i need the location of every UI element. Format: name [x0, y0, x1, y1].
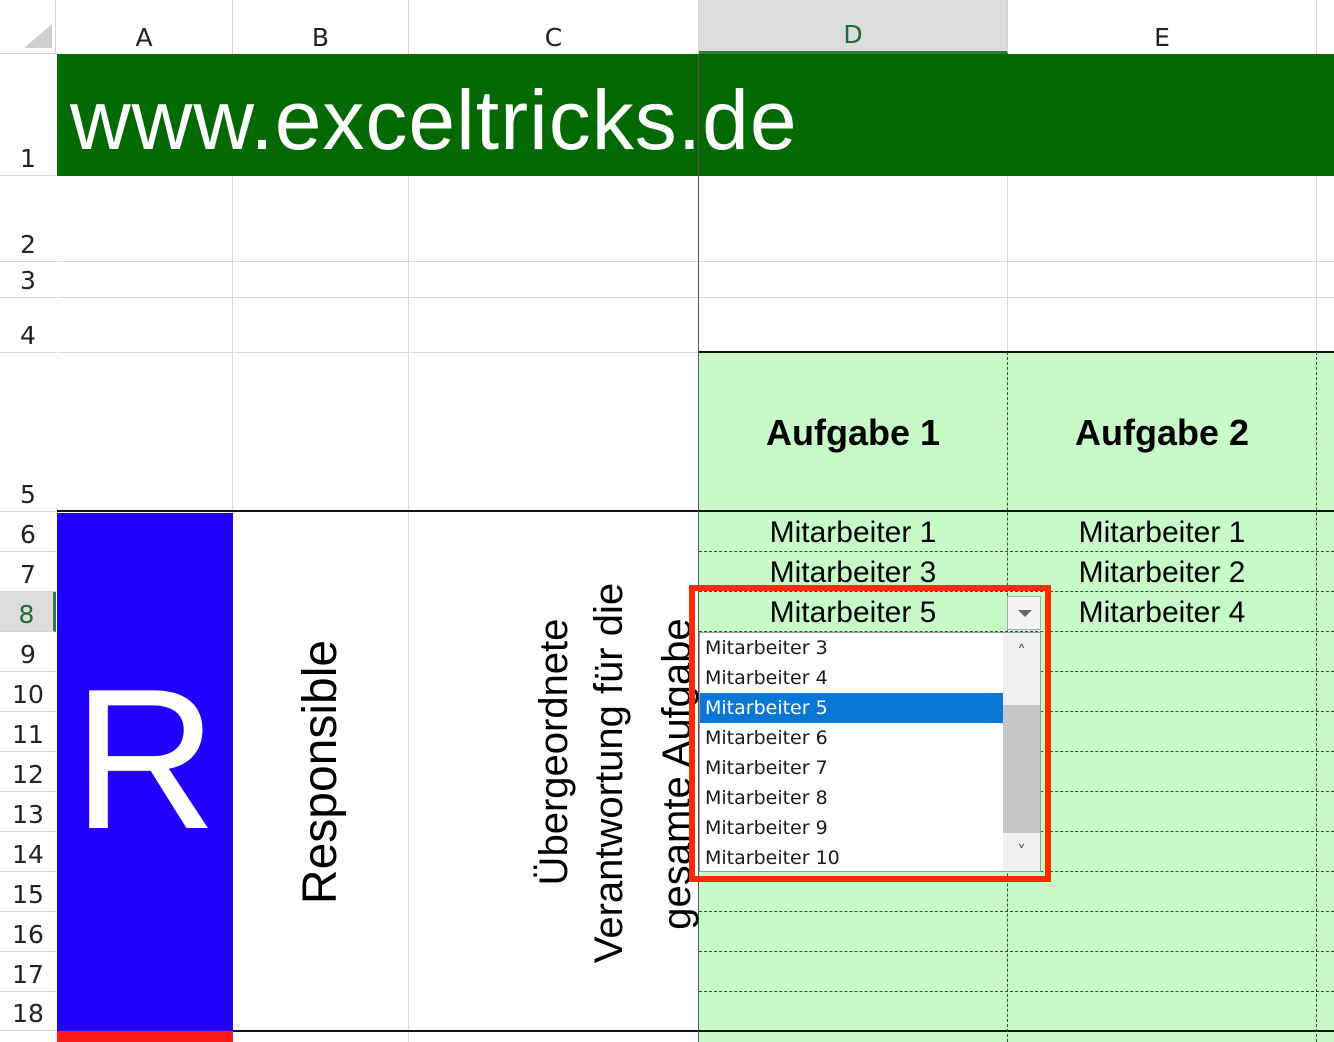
gridline — [1007, 176, 1008, 352]
cell-d6[interactable]: Mitarbeiter 1 — [699, 513, 1007, 553]
cell-e6[interactable]: Mitarbeiter 1 — [1008, 513, 1316, 553]
gridline — [408, 54, 409, 1042]
cell-e7[interactable]: Mitarbeiter 2 — [1008, 553, 1316, 593]
column-header-f[interactable] — [1317, 0, 1334, 54]
row-header-10[interactable]: 10 — [0, 672, 56, 712]
column-header-d[interactable]: D — [699, 0, 1008, 54]
row-header-1[interactable]: 1 — [0, 54, 56, 176]
row-header-12[interactable]: 12 — [0, 752, 56, 792]
task-header-2[interactable]: Aufgabe 2 — [1008, 412, 1316, 454]
select-all-corner-icon[interactable] — [0, 0, 56, 54]
row-header-8[interactable]: 8 — [0, 592, 56, 632]
row-header-3[interactable]: 3 — [0, 262, 56, 298]
row-header-15[interactable]: 15 — [0, 872, 56, 912]
role-name: Responsible — [294, 639, 347, 905]
row-header-7[interactable]: 7 — [0, 552, 56, 592]
next-role-cell — [57, 1031, 233, 1042]
cell-e8[interactable]: Mitarbeiter 4 — [1008, 593, 1316, 633]
role-description-line2: Verantwortung für die — [587, 582, 631, 964]
gridline — [57, 352, 698, 353]
row-header-4[interactable]: 4 — [0, 298, 56, 353]
row-header-2[interactable]: 2 — [0, 176, 56, 262]
border-row5 — [57, 510, 1334, 512]
role-description-line1: Übergeordnete — [532, 618, 576, 886]
gridline — [57, 297, 1334, 298]
column-header-e[interactable]: E — [1008, 0, 1317, 54]
column-header-c[interactable]: C — [409, 0, 699, 54]
column-header-b[interactable]: B — [233, 0, 409, 54]
row-header-14[interactable]: 14 — [0, 832, 56, 872]
row-header-16[interactable]: 16 — [0, 912, 56, 952]
dashed-row — [699, 911, 1334, 912]
row-header-13[interactable]: 13 — [0, 792, 56, 832]
row-header-9[interactable]: 9 — [0, 632, 56, 672]
page-title: www.exceltricks.de — [70, 73, 798, 167]
dashed-row — [699, 991, 1334, 992]
task-header-1[interactable]: Aufgabe 1 — [699, 412, 1007, 454]
gridline — [1316, 176, 1317, 352]
column-header-a[interactable]: A — [56, 0, 233, 54]
border-top — [699, 351, 1334, 353]
dashed-row — [699, 951, 1334, 952]
row-header-5[interactable]: 5 — [0, 353, 56, 512]
gridline — [57, 261, 1334, 262]
row-header-18[interactable]: 18 — [0, 992, 56, 1031]
spreadsheet: www.exceltricks.de Aufgabe 1 Aufgabe 2 M… — [0, 0, 1334, 1042]
dashed-divider — [1316, 352, 1317, 1042]
row-header-6[interactable]: 6 — [0, 512, 56, 552]
row-header-11[interactable]: 11 — [0, 712, 56, 752]
role-letter: R — [72, 648, 218, 871]
highlight-box — [689, 585, 1051, 882]
row-header-17[interactable]: 17 — [0, 952, 56, 992]
